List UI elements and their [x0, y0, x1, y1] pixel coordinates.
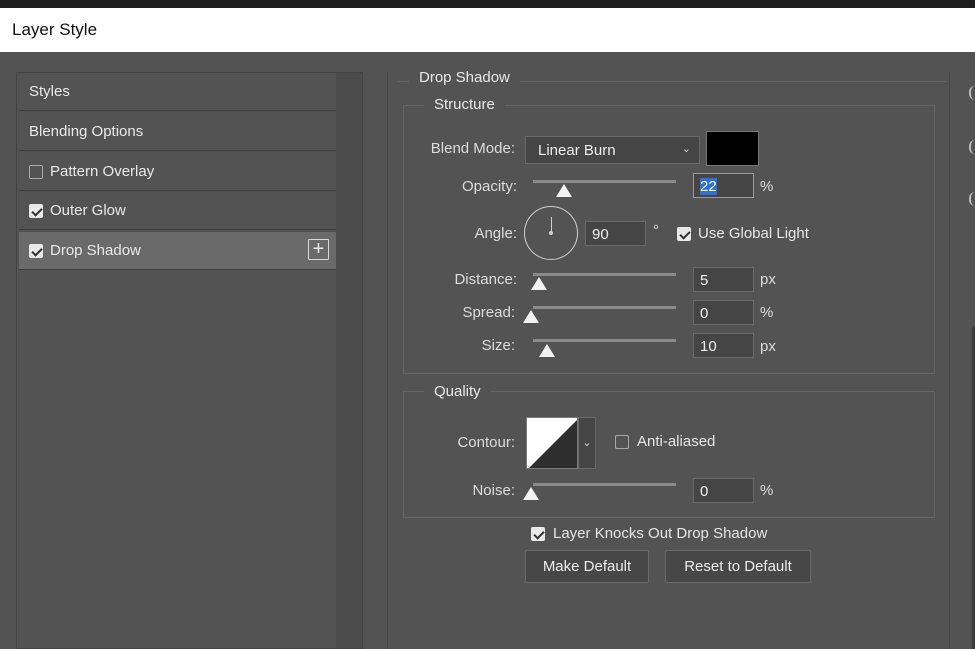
use-global-light-checkbox[interactable]: [677, 227, 691, 241]
use-global-light-label: Use Global Light: [698, 225, 809, 242]
contour-label: Contour:: [457, 434, 515, 451]
contour-dropdown[interactable]: ⌄: [578, 417, 596, 469]
size-slider-track[interactable]: [533, 339, 676, 342]
dialog-title: Layer Style: [12, 20, 98, 39]
drop-shadow-panel: Drop Shadow Structure Blend Mode: Linear…: [387, 69, 950, 649]
outer-glow-checkbox[interactable]: [29, 204, 43, 218]
distance-slider-track[interactable]: [533, 273, 676, 276]
spread-label: Spread:: [462, 304, 515, 321]
make-default-button[interactable]: Make Default: [525, 550, 649, 583]
anti-aliased-label: Anti-aliased: [637, 433, 716, 450]
opacity-unit: %: [760, 178, 774, 195]
drop-shadow-checkbox[interactable]: [29, 244, 43, 258]
window-top-strip: [0, 0, 975, 8]
chevron-down-icon: ⌄: [681, 143, 691, 155]
spread-unit: %: [760, 304, 774, 321]
sidebar-item-outer-glow[interactable]: Outer Glow: [19, 192, 337, 230]
sidebar-item-label: Outer Glow: [50, 202, 126, 219]
dialog-titlebar: Layer Style: [0, 8, 975, 52]
distance-slider-thumb[interactable]: [531, 277, 547, 290]
sidebar-item-label: Blending Options: [29, 123, 144, 140]
spread-slider-track[interactable]: [533, 306, 676, 309]
styles-list-scrollbar[interactable]: [336, 73, 362, 648]
spread-input[interactable]: 0: [693, 300, 754, 325]
layer-knocks-out-label: Layer Knocks Out Drop Shadow: [553, 525, 768, 542]
sidebar-item-blending-options[interactable]: Blending Options: [19, 113, 337, 151]
opacity-input[interactable]: 22: [693, 173, 754, 198]
radio-edge[interactable]: [969, 86, 975, 100]
sidebar-item-label: Drop Shadow: [50, 242, 141, 259]
sidebar-item-label: Styles: [29, 83, 70, 100]
sidebar-item-pattern-overlay[interactable]: Pattern Overlay: [19, 153, 337, 191]
distance-input[interactable]: 5: [693, 267, 754, 292]
noise-input[interactable]: 0: [693, 478, 754, 503]
section-title: Drop Shadow: [409, 69, 520, 86]
angle-unit: °: [653, 222, 659, 239]
radio-edge[interactable]: [969, 140, 975, 154]
quality-title: Quality: [424, 383, 491, 400]
spread-slider-thumb[interactable]: [523, 310, 539, 323]
contour-preview[interactable]: [526, 417, 578, 469]
reset-to-default-button[interactable]: Reset to Default: [665, 550, 811, 583]
structure-title: Structure: [424, 96, 505, 113]
blend-mode-label: Blend Mode:: [430, 140, 515, 157]
styles-list-panel: Styles Blending Options Pattern Overlay …: [16, 72, 363, 649]
right-panel-edge: [963, 72, 975, 649]
blend-mode-select[interactable]: Linear Burn ⌄: [525, 136, 700, 164]
opacity-slider-track[interactable]: [533, 180, 676, 183]
size-unit: px: [760, 338, 776, 355]
opacity-slider-thumb[interactable]: [556, 184, 572, 197]
sidebar-item-label: Pattern Overlay: [50, 163, 155, 180]
sidebar-item-styles[interactable]: Styles: [19, 73, 337, 111]
opacity-label: Opacity:: [461, 178, 517, 195]
plus-square-icon[interactable]: +: [308, 239, 329, 260]
pattern-overlay-checkbox[interactable]: [29, 165, 43, 179]
distance-label: Distance:: [454, 271, 517, 288]
size-label: Size:: [481, 337, 515, 354]
size-input[interactable]: 10: [693, 333, 754, 358]
layer-knocks-out-checkbox[interactable]: [531, 527, 545, 541]
noise-unit: %: [760, 482, 774, 499]
contour-curve-icon: [527, 418, 577, 468]
noise-slider-track[interactable]: [533, 483, 676, 486]
angle-dial-center: [549, 231, 553, 235]
size-slider-thumb[interactable]: [539, 344, 555, 357]
blend-mode-value: Linear Burn: [538, 142, 616, 159]
anti-aliased-checkbox[interactable]: [615, 435, 629, 449]
angle-dial[interactable]: [524, 206, 578, 260]
sidebar-item-drop-shadow[interactable]: Drop Shadow +: [19, 232, 337, 270]
shadow-color-swatch[interactable]: [706, 131, 759, 166]
noise-label: Noise:: [472, 482, 515, 499]
chevron-down-icon: ⌄: [582, 437, 592, 449]
radio-edge[interactable]: [969, 192, 975, 206]
distance-unit: px: [760, 271, 776, 288]
angle-input[interactable]: 90: [585, 221, 646, 246]
noise-slider-thumb[interactable]: [523, 487, 539, 500]
angle-label: Angle:: [474, 225, 517, 242]
